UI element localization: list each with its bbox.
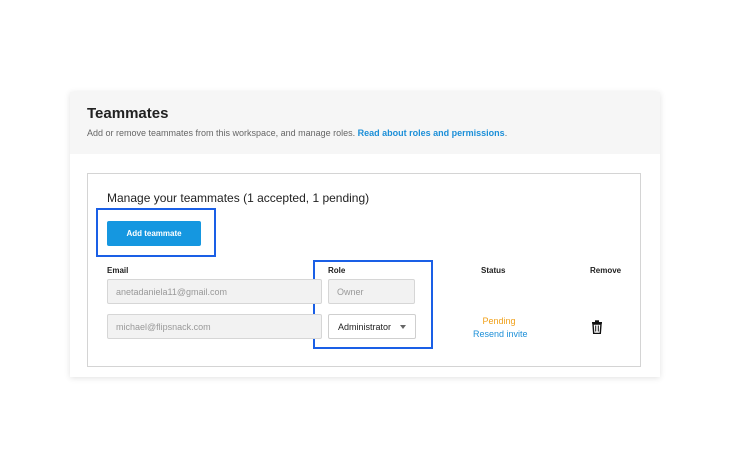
role-select[interactable]: Administrator (328, 314, 416, 339)
page-title: Teammates (87, 105, 169, 122)
trash-icon[interactable] (591, 320, 603, 334)
description-suffix: . (504, 128, 508, 138)
role-select-value: Administrator (338, 321, 392, 332)
page-description: Add or remove teammates from this worksp… (87, 128, 507, 138)
email-field[interactable]: michael@flipsnack.com (107, 314, 322, 339)
roles-permissions-link[interactable]: Read about roles and permissions (358, 128, 505, 138)
resend-invite-link[interactable]: Resend invite (473, 329, 528, 339)
column-header-remove: Remove (590, 266, 622, 275)
chevron-down-icon (400, 325, 406, 329)
column-header-email: Email (107, 266, 129, 275)
panel-title: Manage your teammates (1 accepted, 1 pen… (107, 191, 370, 205)
email-field[interactable]: anetadaniela11@gmail.com (107, 279, 322, 304)
description-text: Add or remove teammates from this worksp… (87, 128, 356, 138)
column-header-role: Role (328, 266, 346, 275)
column-header-status: Status (481, 266, 506, 275)
card-header: Teammates Add or remove teammates from t… (70, 92, 660, 154)
status-badge: Pending (482, 316, 516, 326)
add-teammate-button[interactable]: Add teammate (107, 221, 201, 246)
role-field-owner: Owner (328, 279, 415, 304)
